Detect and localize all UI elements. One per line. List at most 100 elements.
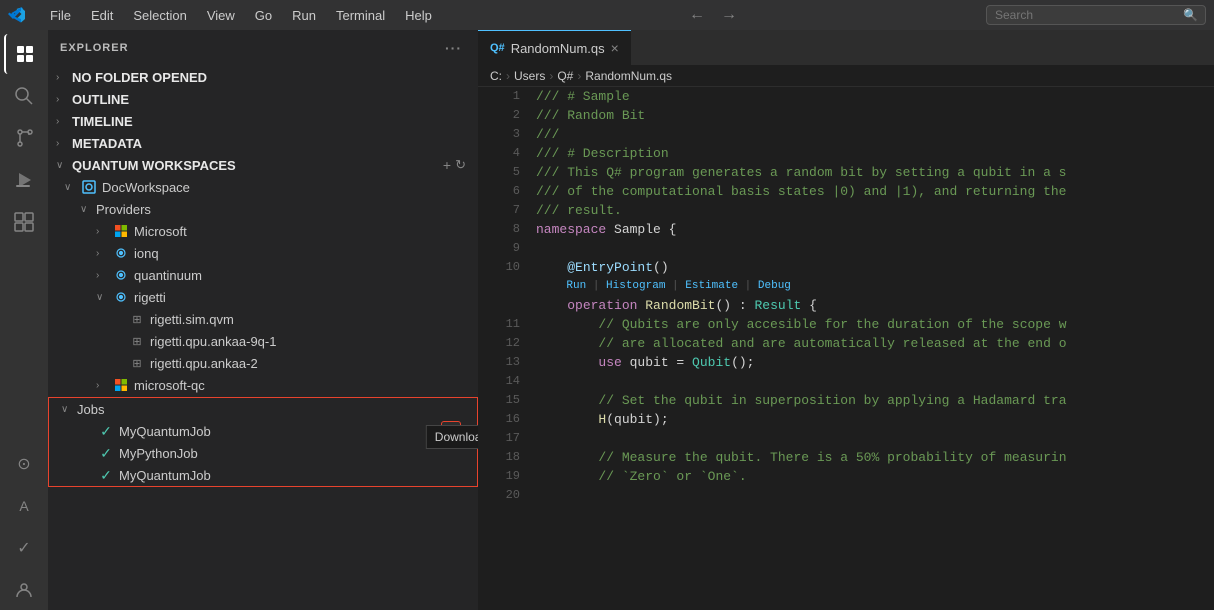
menu-file[interactable]: File [42,6,79,25]
job-row-myjob1[interactable]: › ✓ MyQuantumJob [49,420,477,442]
arrow-icon: › [96,270,112,281]
target-label: rigetti.sim.qvm [150,312,234,327]
main-layout: ⊙ A ✓ EXPLORER ··· › NO FOLDER OPENED › … [0,30,1214,610]
code-line-4: /// # Description [536,144,1214,163]
tab-language-icon: Q# [490,42,505,54]
vscode-logo [8,6,26,24]
tree-rigetti[interactable]: ∨ rigetti [48,286,478,308]
section-quantum-workspaces[interactable]: ∨ QUANTUM WORKSPACES + ↻ [48,154,478,176]
jobs-section: ∨ Jobs › ✓ MyQuantumJob Download Azure Q [48,397,478,487]
provider-icon [112,288,130,306]
breadcrumb-sep: › [506,69,510,83]
activity-search[interactable] [4,76,44,116]
tree-microsoft-qc[interactable]: › microsoft-qc [48,374,478,396]
activity-azure[interactable]: A [4,486,44,526]
section-outline[interactable]: › OUTLINE [48,88,478,110]
activity-explorer[interactable] [4,34,44,74]
code-line-8: namespace Sample { [536,220,1214,239]
activity-run[interactable] [4,160,44,200]
provider-icon [112,376,130,394]
section-label: OUTLINE [72,92,129,107]
line-num: 7 [478,201,520,220]
editor-tab[interactable]: Q# RandomNum.qs × [478,30,631,65]
menu-view[interactable]: View [199,6,243,25]
code-line-16: // Set the qubit in superposition by app… [536,391,1214,410]
code-line-7: /// result. [536,201,1214,220]
add-workspace-button[interactable]: + [443,157,451,173]
breadcrumb-users[interactable]: Users [514,69,545,83]
code-line-12: // Qubits are only accesible for the dur… [536,315,1214,334]
activity-extensions[interactable] [4,202,44,242]
section-no-folder[interactable]: › NO FOLDER OPENED [48,66,478,88]
tree-rigetti-ankaa2[interactable]: › ⊞ rigetti.qpu.ankaa-2 [48,352,478,374]
run-button[interactable]: Run [566,277,586,296]
run-label [540,277,566,296]
activity-source-control[interactable] [4,118,44,158]
arrow-icon: ∨ [61,404,77,415]
tree-microsoft[interactable]: › Microsoft [48,220,478,242]
download-job-button[interactable] [441,421,461,441]
line-num: 2 [478,106,520,125]
refresh-workspace-button[interactable]: ↻ [455,157,466,173]
providers-label: Providers [96,202,151,217]
tab-close-button[interactable]: × [611,40,619,56]
sep: | [738,277,758,296]
menu-terminal[interactable]: Terminal [328,6,393,25]
job-row-myjob2[interactable]: › ✓ MyQuantumJob [49,464,477,486]
tree-rigetti-sim[interactable]: › ⊞ rigetti.sim.qvm [48,308,478,330]
tree-providers[interactable]: ∨ Providers [48,198,478,220]
line-numbers: 1 2 3 4 5 6 7 8 9 10 11 12 13 14 15 16 1… [478,87,528,610]
line-num: 15 [478,391,520,410]
arrow-icon: › [56,138,72,149]
code-content[interactable]: /// # Sample /// Random Bit /// /// # De… [528,87,1214,610]
activity-quantum[interactable]: ⊙ [4,444,44,484]
breadcrumb-file[interactable]: RandomNum.qs [585,69,672,83]
line-num: 4 [478,144,520,163]
nav-forward-button[interactable]: → [715,4,743,26]
section-metadata[interactable]: › METADATA [48,132,478,154]
breadcrumb-sep: › [549,69,553,83]
job-status-icon: ✓ [97,422,115,440]
line-num: 20 [478,486,520,505]
line-num: 14 [478,372,520,391]
menu-edit[interactable]: Edit [83,6,121,25]
tree-docworkspace[interactable]: ∨ DocWorkspace [48,176,478,198]
code-line-1: /// # Sample [536,87,1214,106]
code-line-9 [536,239,1214,258]
section-label: QUANTUM WORKSPACES [72,158,236,173]
code-editor: 1 2 3 4 5 6 7 8 9 10 11 12 13 14 15 16 1… [478,87,1214,610]
menu-go[interactable]: Go [247,6,280,25]
code-line-15 [536,372,1214,391]
line-num: 10 [478,258,520,277]
activity-check[interactable]: ✓ [4,528,44,568]
breadcrumb-qsharp[interactable]: Q# [557,69,573,83]
arrow-icon: › [56,116,72,127]
breadcrumb-drive[interactable]: C: [490,69,502,83]
job-row-mypythonjob[interactable]: › ✓ MyPythonJob [49,442,477,464]
nav-back-button[interactable]: ← [683,4,711,26]
activity-account[interactable] [4,570,44,610]
estimate-button[interactable]: Estimate [685,277,738,296]
search-input[interactable] [986,5,1206,25]
code-line-6: /// of the computational basis states |0… [536,182,1214,201]
job-label: MyPythonJob [119,446,198,461]
debug-button[interactable]: Debug [758,277,791,296]
breadcrumb: C: › Users › Q# › RandomNum.qs [478,65,1214,87]
jobs-header[interactable]: ∨ Jobs [49,398,477,420]
tree-ionq[interactable]: › ionq [48,242,478,264]
menu-help[interactable]: Help [397,6,440,25]
target-icon: ⊞ [128,354,146,372]
line-num: 12 [478,334,520,353]
tab-bar: Q# RandomNum.qs × [478,30,1214,65]
menu-selection[interactable]: Selection [125,6,194,25]
tree-rigetti-ankaa9q[interactable]: › ⊞ rigetti.qpu.ankaa-9q-1 [48,330,478,352]
sidebar-more-options[interactable]: ··· [441,38,466,58]
job-item-myjob1: › ✓ MyQuantumJob Download Azure Quantum … [49,420,477,442]
tree-quantinuum[interactable]: › quantinuum [48,264,478,286]
section-timeline[interactable]: › TIMELINE [48,110,478,132]
menu-run[interactable]: Run [284,6,324,25]
sidebar-header-actions: ··· [441,38,466,58]
histogram-button[interactable]: Histogram [606,277,665,296]
quantinuum-label: quantinuum [134,268,202,283]
workspace-icon [80,178,98,196]
